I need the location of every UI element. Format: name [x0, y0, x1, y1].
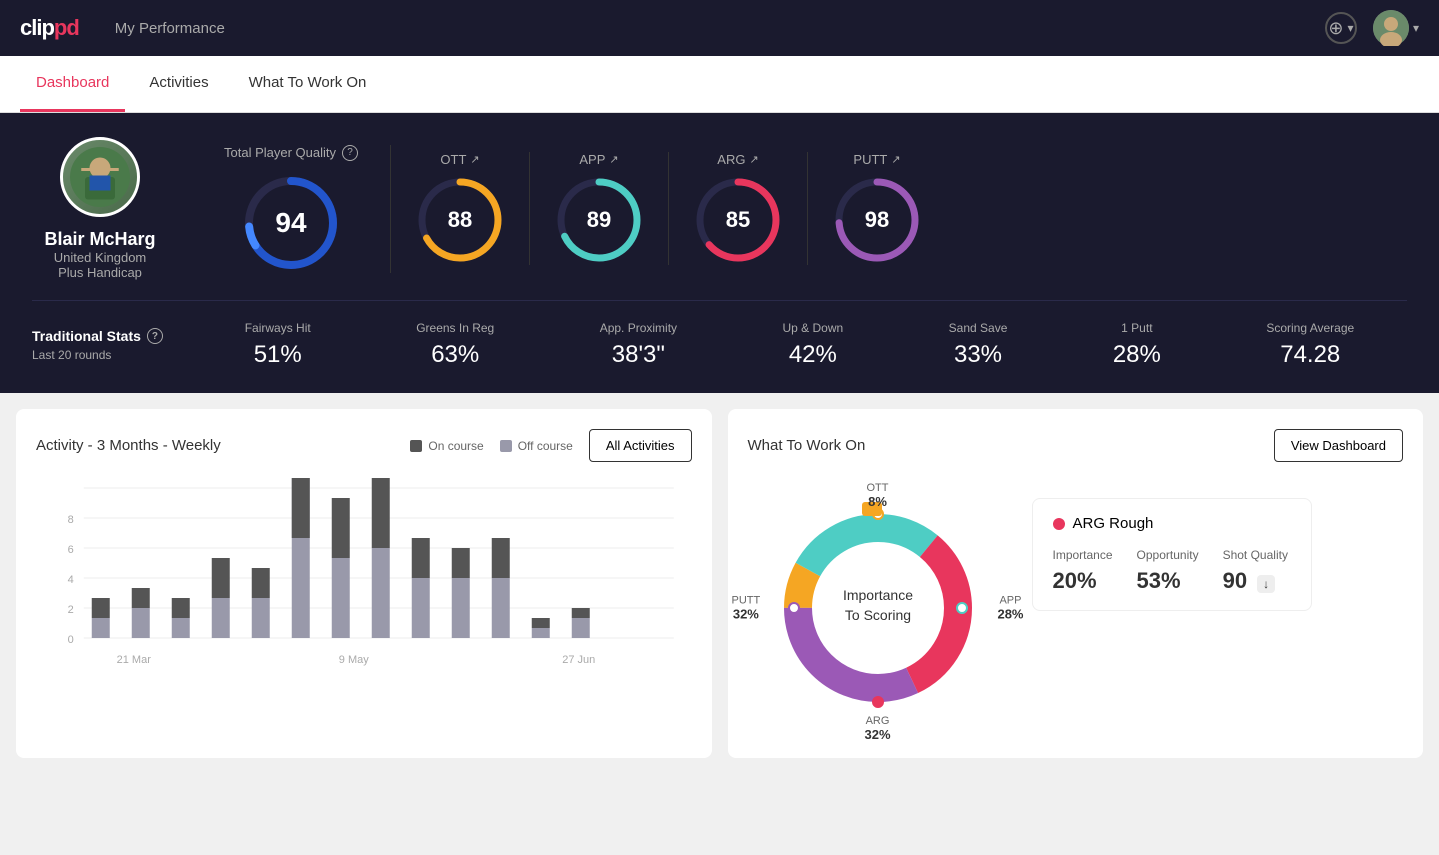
opportunity-metric: Opportunity 53% [1137, 548, 1199, 594]
chart-panel-header: Activity - 3 Months - Weekly On course O… [36, 429, 692, 462]
wtwo-panel-header: What To Work On View Dashboard [748, 429, 1404, 462]
arg-segment-label: ARG 32% [864, 715, 890, 742]
shot-quality-metric: Shot Quality 90 ↓ [1223, 548, 1288, 594]
quality-help-icon[interactable]: ? [342, 145, 358, 161]
ott-value: 88 [448, 207, 472, 233]
stat-scoring-average: Scoring Average 74.28 [1266, 321, 1354, 369]
activity-chart: 0 2 4 6 8 [36, 478, 692, 718]
svg-text:9 May: 9 May [339, 654, 369, 666]
nav-tabs: Dashboard Activities What To Work On [0, 56, 1439, 113]
importance-metric: Importance 20% [1053, 548, 1113, 594]
off-course-dot [500, 440, 512, 452]
svg-text:27 Jun: 27 Jun [562, 654, 595, 666]
stat-greens-in-reg: Greens In Reg 63% [416, 321, 494, 369]
svg-text:2: 2 [68, 604, 74, 616]
app-header: clippd My Performance ⊕ ▾ ▾ [0, 0, 1439, 56]
chart-legend: On course Off course [410, 439, 573, 453]
player-country: United Kingdom [54, 250, 147, 265]
header-actions: ⊕ ▾ ▾ [1325, 10, 1419, 46]
on-course-dot [410, 440, 422, 452]
traditional-stats: Traditional Stats ? Last 20 rounds Fairw… [32, 300, 1407, 369]
main-quality-circle: 94 [241, 173, 341, 273]
bottom-panels: Activity - 3 Months - Weekly On course O… [0, 393, 1439, 774]
arg-rough-card: ARG Rough Importance 20% Opportunity 53%… [1032, 498, 1312, 611]
stat-sand-save: Sand Save 33% [949, 321, 1008, 369]
trad-stats-label: Traditional Stats ? Last 20 rounds [32, 328, 192, 362]
svg-text:21 Mar: 21 Mar [117, 654, 152, 666]
add-button[interactable]: ⊕ ▾ [1325, 12, 1357, 44]
putt-arrow-icon: ↗ [891, 153, 900, 166]
trad-help-icon[interactable]: ? [147, 328, 163, 344]
metric-putt: PUTT ↗ 98 [808, 152, 946, 265]
logo[interactable]: clippd [20, 15, 79, 41]
arg-label: ARG ↗ [717, 152, 758, 167]
importance-donut: Importance To Scoring OTT 8% APP [748, 478, 1008, 738]
svg-text:8: 8 [68, 514, 74, 526]
user-chevron-icon: ▾ [1413, 21, 1419, 35]
app-circle: 89 [554, 175, 644, 265]
card-title: ARG Rough [1053, 515, 1291, 532]
activity-chart-panel: Activity - 3 Months - Weekly On course O… [16, 409, 712, 758]
total-quality: Total Player Quality ? 94 [192, 145, 391, 273]
putt-segment-label: PUTT 32% [732, 595, 761, 622]
stat-fairways-hit: Fairways Hit 51% [245, 321, 311, 369]
svg-text:To Scoring: To Scoring [844, 607, 910, 623]
plus-icon: ⊕ [1328, 18, 1343, 39]
logo-clip: clip [20, 15, 54, 41]
metric-arg: ARG ↗ 85 [669, 152, 808, 265]
header-title: My Performance [115, 20, 225, 37]
legend-off-course: Off course [500, 439, 573, 453]
tab-activities[interactable]: Activities [133, 56, 224, 112]
avatar[interactable] [1373, 10, 1409, 46]
what-to-work-on-panel: What To Work On View Dashboard [728, 409, 1424, 758]
arg-value: 85 [726, 207, 750, 233]
putt-circle: 98 [832, 175, 922, 265]
stats-banner: Blair McHarg United Kingdom Plus Handica… [0, 113, 1439, 393]
shot-quality-badge: ↓ [1257, 575, 1275, 593]
arg-circle: 85 [693, 175, 783, 265]
ott-arrow-icon: ↗ [470, 153, 479, 166]
quality-section: Total Player Quality ? 94 OTT [192, 137, 1407, 280]
app-value: 89 [587, 207, 611, 233]
legend-on-course: On course [410, 439, 483, 453]
chart-title: Activity - 3 Months - Weekly [36, 437, 221, 455]
main-quality-value: 94 [275, 207, 306, 239]
view-dashboard-button[interactable]: View Dashboard [1274, 429, 1403, 462]
player-handicap: Plus Handicap [58, 265, 142, 280]
stat-up-and-down: Up & Down 42% [783, 321, 844, 369]
app-arrow-icon: ↗ [609, 153, 618, 166]
player-info: Blair McHarg United Kingdom Plus Handica… [32, 137, 192, 280]
metric-ott: OTT ↗ 88 [391, 152, 530, 265]
card-dot [1053, 518, 1065, 530]
player-avatar [60, 137, 140, 217]
app-label: APP ↗ [579, 152, 618, 167]
ott-label: OTT ↗ [440, 152, 479, 167]
tab-what-to-work-on[interactable]: What To Work On [233, 56, 383, 112]
svg-text:6: 6 [68, 544, 74, 556]
ott-circle: 88 [415, 175, 505, 265]
ott-segment-label: OTT 8% [867, 482, 889, 509]
trad-stats-items: Fairways Hit 51% Greens In Reg 63% App. … [192, 321, 1407, 369]
wtwo-title: What To Work On [748, 437, 866, 454]
logo-pd: pd [54, 15, 79, 41]
quality-label: Total Player Quality ? [224, 145, 358, 161]
add-chevron-icon: ▾ [1348, 21, 1354, 35]
metric-columns: OTT ↗ 88 APP ↗ [391, 152, 1407, 265]
arg-arrow-icon: ↗ [749, 153, 758, 166]
stat-app-proximity: App. Proximity 38'3" [600, 321, 677, 369]
metric-app: APP ↗ 89 [530, 152, 669, 265]
tab-dashboard[interactable]: Dashboard [20, 56, 125, 112]
putt-label: PUTT ↗ [853, 152, 900, 167]
card-metrics: Importance 20% Opportunity 53% Shot Qual… [1053, 548, 1291, 594]
all-activities-button[interactable]: All Activities [589, 429, 692, 462]
svg-text:Importance: Importance [842, 587, 912, 603]
svg-text:0: 0 [68, 634, 74, 646]
user-menu[interactable]: ▾ [1373, 10, 1419, 46]
player-name: Blair McHarg [44, 229, 155, 250]
app-segment-label: APP 28% [997, 595, 1023, 622]
stat-one-putt: 1 Putt 28% [1113, 321, 1161, 369]
wtwo-content: Importance To Scoring OTT 8% APP [748, 478, 1404, 738]
svg-text:4: 4 [68, 574, 74, 586]
putt-value: 98 [865, 207, 889, 233]
